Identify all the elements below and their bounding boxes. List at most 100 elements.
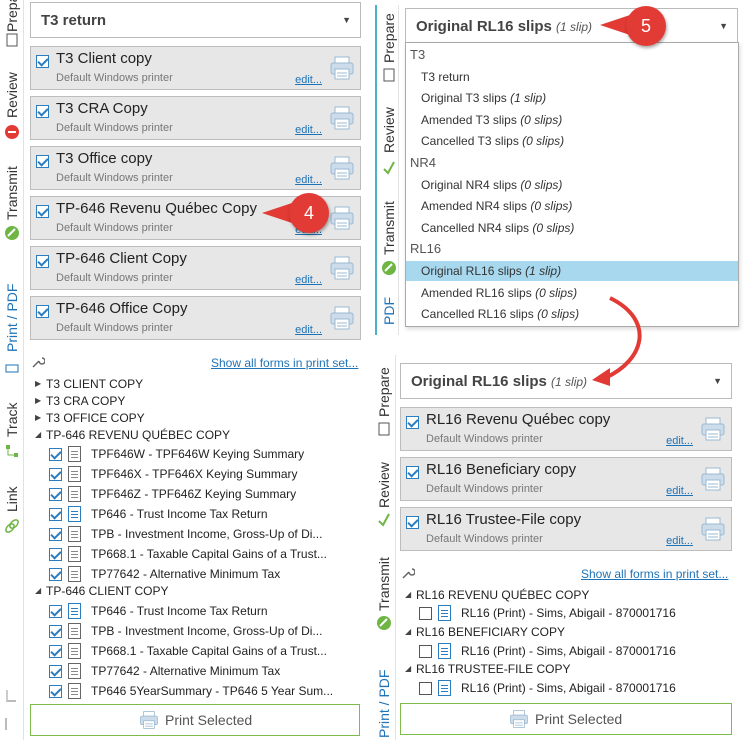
- form-tree-item[interactable]: TPF646Z - TPF646Z Keying Summary: [35, 484, 355, 504]
- menu-item[interactable]: Amended T3 slips (0 slips): [406, 110, 738, 130]
- form-tree-item[interactable]: TPB - Investment Income, Gross-Up of Di.…: [35, 524, 355, 544]
- tab-transmit[interactable]: Transmit: [0, 150, 24, 245]
- form-checkbox[interactable]: [49, 568, 62, 581]
- printer-icon[interactable]: [329, 105, 355, 131]
- edit-link[interactable]: edit...: [295, 74, 322, 86]
- form-tree-item[interactable]: TP668.1 - Taxable Capital Gains of a Tru…: [35, 544, 355, 564]
- print-copy-card[interactable]: RL16 Trustee-File copy Default Windows p…: [400, 507, 732, 551]
- return-type-dropdown[interactable]: T3 return ▼: [30, 2, 361, 38]
- printer-icon[interactable]: [329, 255, 355, 281]
- tab-pdf[interactable]: PDF: [377, 285, 401, 330]
- edit-link[interactable]: edit...: [666, 485, 693, 497]
- form-tree-item[interactable]: TPB - Investment Income, Gross-Up of Di.…: [35, 621, 355, 641]
- form-checkbox[interactable]: [49, 605, 62, 618]
- expanded-triangle-icon[interactable]: ◢: [35, 581, 41, 601]
- menu-item[interactable]: Original RL16 slips (1 slip): [406, 261, 738, 281]
- menu-item[interactable]: T3 return: [406, 67, 738, 87]
- tab-review[interactable]: Review: [377, 95, 401, 180]
- copy-checkbox[interactable]: [36, 105, 49, 118]
- menu-item[interactable]: Amended NR4 slips (0 slips): [406, 196, 738, 216]
- slip-type-dropdown[interactable]: Original RL16 slips (1 slip) ▼: [405, 8, 738, 44]
- form-tree-item[interactable]: TP646 - Trust Income Tax Return: [35, 601, 355, 621]
- menu-item[interactable]: Cancelled T3 slips (0 slips): [406, 131, 738, 151]
- show-all-forms-link[interactable]: Show all forms in print set...: [581, 567, 728, 581]
- edit-link[interactable]: edit...: [295, 274, 322, 286]
- print-selected-button[interactable]: Print Selected: [30, 704, 360, 736]
- print-copy-card[interactable]: T3 CRA Copy Default Windows printer edit…: [30, 96, 361, 140]
- printer-icon[interactable]: [329, 55, 355, 81]
- tab-print-pdf[interactable]: Print / PDF: [372, 650, 396, 740]
- tab-transmit[interactable]: Transmit: [372, 545, 396, 640]
- tab-track[interactable]: Track: [0, 395, 24, 465]
- form-checkbox[interactable]: [419, 607, 432, 620]
- tree-group-header[interactable]: ◢ RL16 BENEFICIARY COPY: [405, 622, 725, 642]
- print-copy-card[interactable]: TP-646 Client Copy Default Windows print…: [30, 246, 361, 290]
- printer-icon[interactable]: [700, 466, 726, 492]
- copy-checkbox[interactable]: [36, 205, 49, 218]
- tree-group-header[interactable]: ◢ TP-646 REVENU QUÉBEC COPY: [35, 425, 355, 445]
- edit-link[interactable]: edit...: [666, 435, 693, 447]
- menu-item[interactable]: Original T3 slips (1 slip): [406, 88, 738, 108]
- tree-group-header[interactable]: ◢ TP-646 CLIENT COPY: [35, 581, 355, 601]
- printer-icon[interactable]: [329, 205, 355, 231]
- print-copy-card[interactable]: TP-646 Office Copy Default Windows print…: [30, 296, 361, 340]
- form-tree-item[interactable]: TP646 - Trust Income Tax Return: [35, 504, 355, 524]
- tree-group-header[interactable]: ◢ RL16 REVENU QUÉBEC COPY: [405, 585, 725, 605]
- printer-icon[interactable]: [329, 305, 355, 331]
- form-tree-item[interactable]: TP77642 - Alternative Minimum Tax: [35, 661, 355, 681]
- edit-link[interactable]: edit...: [295, 324, 322, 336]
- edit-link[interactable]: edit...: [295, 124, 322, 136]
- form-checkbox[interactable]: [49, 468, 62, 481]
- copy-checkbox[interactable]: [36, 255, 49, 268]
- tab-review[interactable]: Review: [0, 56, 24, 146]
- form-checkbox[interactable]: [49, 685, 62, 698]
- print-copy-card[interactable]: RL16 Revenu Québec copy Default Windows …: [400, 407, 732, 451]
- wrench-icon[interactable]: [31, 355, 45, 369]
- show-all-forms-link[interactable]: Show all forms in print set...: [211, 356, 358, 370]
- form-checkbox[interactable]: [419, 645, 432, 658]
- form-checkbox[interactable]: [49, 665, 62, 678]
- tab-link[interactable]: Link: [0, 480, 24, 540]
- pin-icon[interactable]: [6, 690, 16, 702]
- form-checkbox[interactable]: [49, 508, 62, 521]
- collapse-icon[interactable]: [5, 718, 17, 730]
- copy-checkbox[interactable]: [406, 466, 419, 479]
- tab-prepare[interactable]: Prepare: [377, 5, 401, 85]
- form-tree-item[interactable]: RL16 (Print) - Sims, Abigail - 870001716: [405, 678, 725, 698]
- copy-checkbox[interactable]: [406, 516, 419, 529]
- edit-link[interactable]: edit...: [295, 174, 322, 186]
- form-tree-item[interactable]: TPF646W - TPF646W Keying Summary: [35, 444, 355, 464]
- form-checkbox[interactable]: [49, 625, 62, 638]
- tree-group-header[interactable]: ◢ RL16 TRUSTEE-FILE COPY: [405, 659, 725, 679]
- printer-icon[interactable]: [329, 155, 355, 181]
- tab-review[interactable]: Review: [372, 450, 396, 535]
- expanded-triangle-icon[interactable]: ◢: [405, 659, 411, 679]
- form-tree-item[interactable]: TP646 5YearSummary - TP646 5 Year Sum...: [35, 681, 355, 701]
- menu-item[interactable]: Original NR4 slips (0 slips): [406, 175, 738, 195]
- form-checkbox[interactable]: [419, 682, 432, 695]
- wrench-icon[interactable]: [401, 566, 415, 580]
- expanded-triangle-icon[interactable]: ◢: [405, 585, 411, 605]
- copy-checkbox[interactable]: [36, 55, 49, 68]
- print-copy-card[interactable]: T3 Client copy Default Windows printer e…: [30, 46, 361, 90]
- edit-link[interactable]: edit...: [666, 535, 693, 547]
- print-copy-card[interactable]: T3 Office copy Default Windows printer e…: [30, 146, 361, 190]
- form-checkbox[interactable]: [49, 448, 62, 461]
- form-tree-item[interactable]: TPF646X - TPF646X Keying Summary: [35, 464, 355, 484]
- copy-checkbox[interactable]: [406, 416, 419, 429]
- form-checkbox[interactable]: [49, 548, 62, 561]
- tab-prepare[interactable]: Prepare: [372, 355, 396, 440]
- printer-icon[interactable]: [700, 516, 726, 542]
- copy-checkbox[interactable]: [36, 305, 49, 318]
- form-checkbox[interactable]: [49, 528, 62, 541]
- copy-checkbox[interactable]: [36, 155, 49, 168]
- form-checkbox[interactable]: [49, 488, 62, 501]
- tab-transmit[interactable]: Transmit: [377, 190, 401, 280]
- form-tree-item[interactable]: RL16 (Print) - Sims, Abigail - 870001716: [405, 641, 725, 661]
- slip-type-dropdown[interactable]: Original RL16 slips (1 slip) ▼: [400, 363, 732, 399]
- form-tree-item[interactable]: TP668.1 - Taxable Capital Gains of a Tru…: [35, 641, 355, 661]
- tab-prepare[interactable]: Prepare: [0, 0, 24, 47]
- printer-icon[interactable]: [700, 416, 726, 442]
- tab-print-pdf[interactable]: Print / PDF: [0, 260, 24, 382]
- print-selected-button[interactable]: Print Selected: [400, 703, 732, 735]
